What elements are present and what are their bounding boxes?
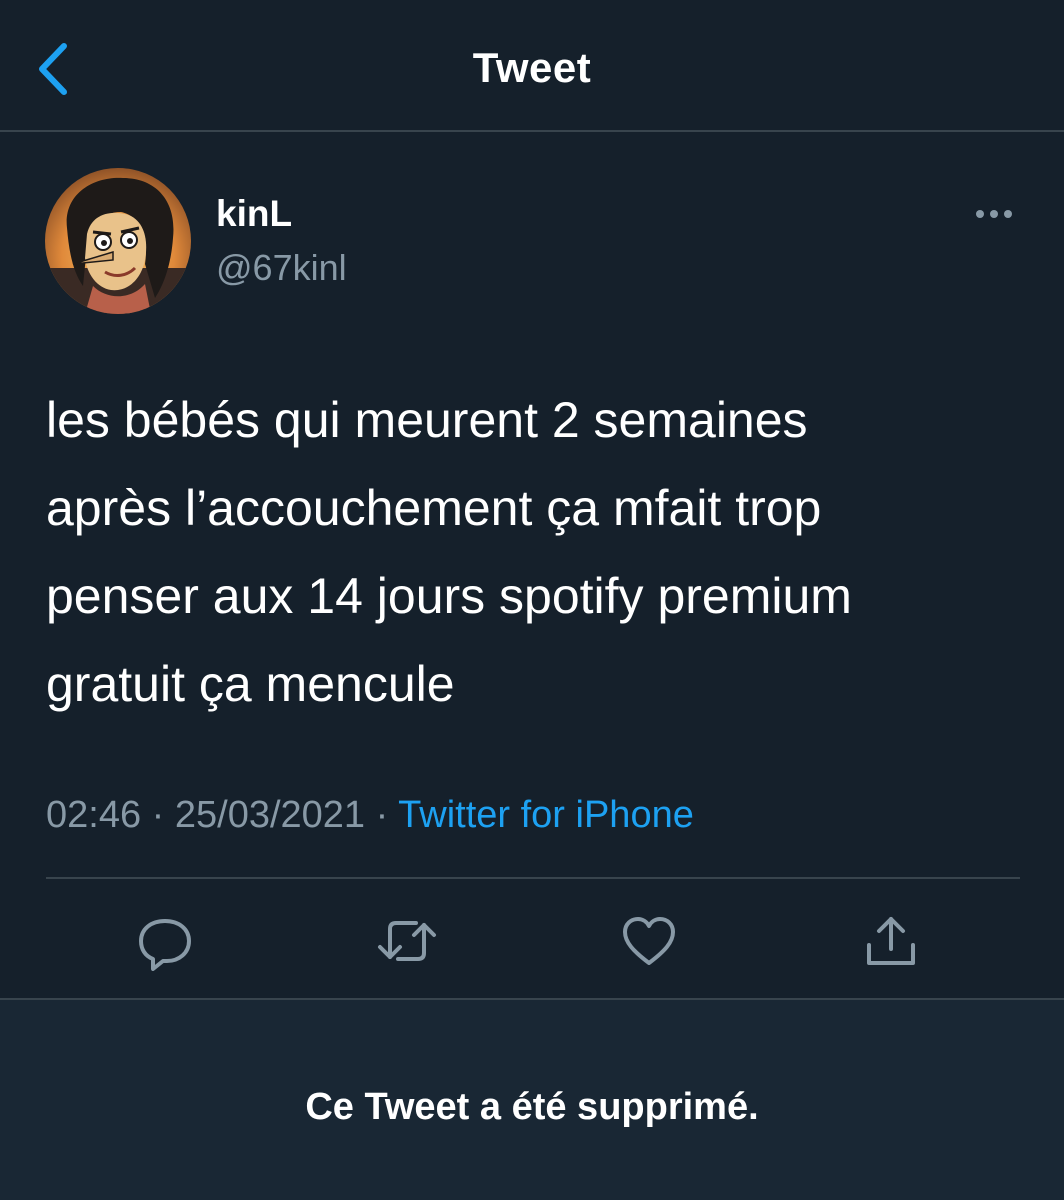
more-options-button[interactable] [968,196,1020,232]
deleted-tweet-text: Ce Tweet a été supprimé. [305,1086,759,1128]
page-title: Tweet [472,44,592,91]
avatar[interactable] [45,168,191,314]
reply-button[interactable] [132,908,198,974]
tweet-text: les bébés qui meurent 2 semaines après l… [46,376,1036,728]
author-handle[interactable]: @67kinl [216,247,347,289]
share-button[interactable] [858,908,924,974]
divider [46,877,1020,879]
tweet-date: 25/03/2021 [174,794,366,836]
reply-icon [139,919,191,971]
tweet-time: 02:46 [46,794,142,836]
author-display-name[interactable]: kinL [216,193,292,235]
tweet-text-line: après l’accouchement ça mfait trop [46,480,822,536]
meta-separator: · [151,794,165,836]
retweet-button[interactable] [374,908,440,974]
meta-separator: · [375,794,389,836]
more-horizontal-icon [976,210,1012,218]
tweet-text-line: penser aux 14 jours spotify premium [46,568,852,624]
tweet-detail-screen: Tweet kinL @67kinl les bébés qui meurent… [0,0,1064,1200]
deleted-tweet-notice: Ce Tweet a été supprimé. [0,1000,1064,1200]
retweet-icon [378,921,436,961]
header-bar: Tweet [0,0,1064,132]
like-button[interactable] [616,908,682,974]
tweet-text-line: gratuit ça mencule [46,656,455,712]
tweet-source-link[interactable]: Twitter for iPhone [398,794,694,836]
share-icon [867,917,915,965]
cartoon-avatar [45,168,191,314]
tweet-text-line: les bébés qui meurent 2 semaines [46,392,808,448]
tweet-meta: 02:46 · 25/03/2021 · Twitter for iPhone [46,794,694,837]
heart-icon [623,917,675,965]
